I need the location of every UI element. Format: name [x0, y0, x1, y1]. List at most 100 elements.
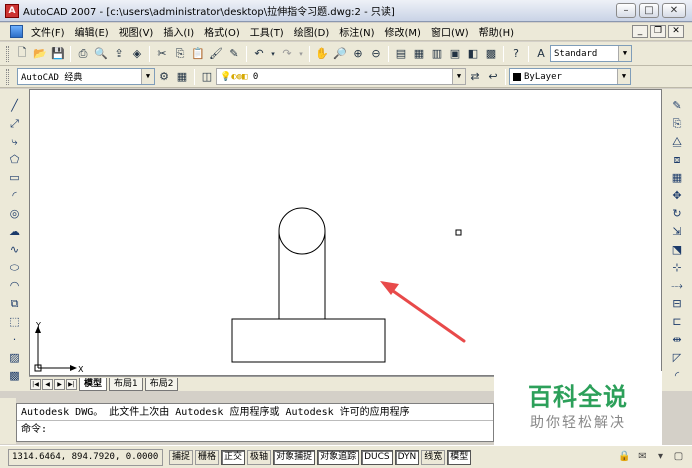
toolbar-grip[interactable] [6, 68, 9, 85]
break-icon[interactable]: ⊏ [668, 313, 686, 330]
command-prompt[interactable]: 命令: [17, 421, 493, 438]
workspace-settings-icon[interactable]: ⚙ [156, 69, 172, 85]
spline-icon[interactable]: ∿ [6, 241, 24, 258]
drawing-canvas[interactable]: Y X [29, 89, 662, 376]
tool-palettes-icon[interactable]: ▥ [429, 46, 445, 62]
doc-minimize-button[interactable]: _ [632, 25, 648, 38]
layer-manager-icon[interactable]: ◫ [199, 69, 215, 85]
construction-line-icon[interactable]: ⤢ [6, 115, 24, 132]
move-icon[interactable]: ✥ [668, 187, 686, 204]
calculator-icon[interactable]: ▩ [483, 46, 499, 62]
mirror-icon[interactable]: ⧋ [668, 133, 686, 150]
layer-select[interactable]: 💡◐◍◧ 0 ▼ [216, 68, 466, 85]
tab-layout2[interactable]: 布局2 [144, 377, 179, 391]
match-properties-icon[interactable]: 🖌 [208, 46, 224, 62]
doc-close-button[interactable]: ✕ [668, 25, 684, 38]
menu-format[interactable]: 格式(O) [199, 24, 245, 39]
point-icon[interactable]: · [6, 331, 24, 348]
chamfer-icon[interactable]: ◸ [668, 349, 686, 366]
first-tab-icon[interactable]: |◀ [30, 378, 41, 390]
array-icon[interactable]: ▦ [668, 169, 686, 186]
properties-icon[interactable]: ▤ [393, 46, 409, 62]
paste-icon[interactable]: 📋 [190, 46, 206, 62]
status-polar-button[interactable]: 极轴 [247, 449, 272, 465]
redo-dropdown-icon[interactable]: ▾ [297, 46, 305, 62]
text-style-select[interactable]: Standard ▼ [550, 45, 632, 62]
minimize-button[interactable]: – [616, 3, 636, 18]
status-ortho-button[interactable]: 正交 [221, 449, 246, 465]
menu-modify[interactable]: 修改(M) [380, 24, 426, 39]
help-icon[interactable]: ? [508, 46, 524, 62]
maximize-button[interactable]: □ [639, 3, 659, 18]
insert-block-icon[interactable]: ⧉ [6, 295, 24, 312]
tray-menu-icon[interactable]: ▾ [653, 449, 668, 464]
text-style-icon[interactable]: A [533, 46, 549, 62]
command-window[interactable]: Autodesk DWG。 此文件上次由 Autodesk 应用程序或 Auto… [16, 403, 494, 442]
status-dyn-button[interactable]: DYN [394, 449, 420, 465]
line-icon[interactable]: ╱ [6, 97, 24, 114]
make-block-icon[interactable]: ⬚ [6, 313, 24, 330]
fillet-icon[interactable]: ◜ [668, 367, 686, 384]
scale-icon[interactable]: ⇲ [668, 223, 686, 240]
menu-insert[interactable]: 插入(I) [158, 24, 199, 39]
extend-icon[interactable]: ⤏ [668, 277, 686, 294]
workspace-save-icon[interactable]: ▦ [174, 69, 190, 85]
menu-draw[interactable]: 绘图(D) [289, 24, 335, 39]
last-tab-icon[interactable]: ▶| [66, 378, 77, 390]
3d-dwf-icon[interactable]: ◈ [129, 46, 145, 62]
open-file-icon[interactable]: 📂 [32, 46, 48, 62]
status-ducs-button[interactable]: DUCS [361, 449, 393, 465]
communication-center-icon[interactable]: ✉ [635, 449, 650, 464]
layer-previous-icon[interactable]: ↩ [485, 69, 501, 85]
cut-icon[interactable]: ✂ [154, 46, 170, 62]
ellipse-icon[interactable]: ⬭ [6, 259, 24, 276]
drawn-circle[interactable] [278, 207, 326, 255]
make-object-layer-current-icon[interactable]: ⇄ [467, 69, 483, 85]
clean-screen-icon[interactable]: ▢ [671, 449, 686, 464]
tab-model[interactable]: 模型 [79, 377, 108, 391]
trim-icon[interactable]: ⊹ [668, 259, 686, 276]
circle-icon[interactable]: ◎ [6, 205, 24, 222]
status-osnap-button[interactable]: 对象捕捉 [273, 449, 316, 465]
menu-help[interactable]: 帮助(H) [474, 24, 519, 39]
menu-view[interactable]: 视图(V) [114, 24, 159, 39]
zoom-window-icon[interactable]: ⊕ [350, 46, 366, 62]
new-file-icon[interactable]: 🗋 [14, 46, 30, 62]
undo-icon[interactable]: ↶ [251, 46, 267, 62]
print-preview-icon[interactable]: 🔍 [93, 46, 109, 62]
design-center-icon[interactable]: ▦ [411, 46, 427, 62]
status-model-button[interactable]: 模型 [447, 449, 472, 465]
pan-icon[interactable]: ✋ [314, 46, 330, 62]
copy-object-icon[interactable]: ⎘ [668, 115, 686, 132]
zoom-realtime-icon[interactable]: 🔎 [332, 46, 348, 62]
offset-icon[interactable]: ⧈ [668, 151, 686, 168]
polyline-icon[interactable]: ⤷ [6, 133, 24, 150]
status-lineweight-button[interactable]: 线宽 [421, 449, 446, 465]
coordinate-readout[interactable]: 1314.6464, 894.7920, 0.0000 [8, 448, 163, 466]
status-otrack-button[interactable]: 对象追踪 [317, 449, 360, 465]
undo-dropdown-icon[interactable]: ▾ [269, 46, 277, 62]
join-icon[interactable]: ⇹ [668, 331, 686, 348]
sheet-set-icon[interactable]: ▣ [447, 46, 463, 62]
command-window-grip[interactable] [0, 398, 16, 444]
document-icon[interactable] [10, 25, 23, 38]
rectangle-icon[interactable]: ▭ [6, 169, 24, 186]
block-editor-icon[interactable]: ✎ [226, 46, 242, 62]
print-icon[interactable]: ⎙ [75, 46, 91, 62]
stretch-icon[interactable]: ⬔ [668, 241, 686, 258]
arc-icon[interactable]: ◜ [6, 187, 24, 204]
polygon-icon[interactable]: ⬠ [6, 151, 24, 168]
menu-edit[interactable]: 编辑(E) [70, 24, 114, 39]
rotate-icon[interactable]: ↻ [668, 205, 686, 222]
prev-tab-icon[interactable]: ◀ [42, 378, 53, 390]
hatch-icon[interactable]: ▨ [6, 349, 24, 366]
next-tab-icon[interactable]: ▶ [54, 378, 65, 390]
break-at-point-icon[interactable]: ⊟ [668, 295, 686, 312]
revision-cloud-icon[interactable]: ☁ [6, 223, 24, 240]
redo-icon[interactable]: ↷ [279, 46, 295, 62]
erase-icon[interactable]: ✎ [668, 97, 686, 114]
copy-icon[interactable]: ⎘ [172, 46, 188, 62]
tab-layout1[interactable]: 布局1 [109, 377, 143, 391]
menu-file[interactable]: 文件(F) [26, 24, 70, 39]
menu-dimension[interactable]: 标注(N) [334, 24, 379, 39]
